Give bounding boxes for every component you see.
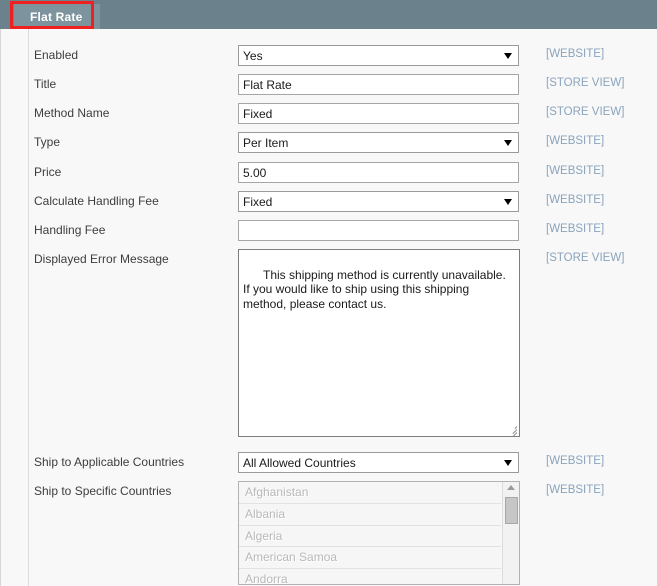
label-type: Type [34,135,61,149]
label-price: Price [34,165,62,179]
chevron-down-icon [504,52,512,59]
chevron-down-icon [504,198,512,205]
input-title[interactable]: Flat Rate [238,74,519,95]
scope-type: [WEBSITE] [546,135,605,147]
select-enabled-value: Yes [243,48,263,63]
listbox-scrollbar[interactable] [502,482,519,584]
input-price[interactable]: 5.00 [238,162,519,183]
list-item[interactable]: Andorra [239,569,501,584]
select-ship-to-applicable-countries-value: All Allowed Countries [243,455,356,470]
chevron-down-icon [504,459,512,466]
input-handling-fee[interactable] [238,220,519,241]
scrollbar-thumb[interactable] [505,497,518,524]
settings-panel: Enabled Yes [WEBSITE] Title Flat Rate [S… [0,29,657,586]
section-tab-label: Flat Rate [30,9,83,24]
scope-handling-fee: [WEBSITE] [546,223,605,235]
scope-method-name: [STORE VIEW] [546,106,625,118]
scope-enabled: [WEBSITE] [546,48,605,60]
label-ship-to-applicable-countries: Ship to Applicable Countries [34,455,185,469]
section-tab-flat-rate[interactable]: Flat Rate [14,4,101,29]
scope-price: [WEBSITE] [546,165,605,177]
select-calculate-handling-fee-value: Fixed [243,194,273,209]
scope-ship-to-applicable-countries: [WEBSITE] [546,455,605,467]
listbox-ship-to-specific-countries[interactable]: Afghanistan Albania Algeria American Sam… [238,481,520,585]
panel-left-rule [28,29,29,586]
label-ship-to-specific-countries: Ship to Specific Countries [34,484,172,498]
label-title: Title [34,77,57,91]
label-method-name: Method Name [34,106,110,120]
list-item[interactable]: Afghanistan [239,482,501,504]
list-item[interactable]: Albania [239,504,501,526]
list-item[interactable]: Algeria [239,526,501,548]
scope-displayed-error-message: [STORE VIEW] [546,252,625,264]
resize-handle-icon[interactable] [506,423,518,436]
list-item[interactable]: American Samoa [239,547,501,570]
listbox-options-container: Afghanistan Albania Algeria American Sam… [239,482,501,584]
label-displayed-error-message: Displayed Error Message [34,252,169,266]
select-calculate-handling-fee[interactable]: Fixed [238,191,519,212]
scope-ship-to-specific-countries: [WEBSITE] [546,484,605,496]
select-enabled[interactable]: Yes [238,45,519,66]
input-price-value: 5.00 [243,165,267,180]
input-method-name-value: Fixed [243,106,273,121]
textarea-displayed-error-message-value: This shipping method is currently unavai… [243,267,510,311]
scroll-up-arrow-icon[interactable] [507,485,515,490]
input-title-value: Flat Rate [243,77,292,92]
input-method-name[interactable]: Fixed [238,103,519,124]
select-type-value: Per Item [243,135,289,150]
textarea-displayed-error-message[interactable]: This shipping method is currently unavai… [238,249,520,437]
select-ship-to-applicable-countries[interactable]: All Allowed Countries [238,452,519,473]
select-type[interactable]: Per Item [238,132,519,153]
label-enabled: Enabled [34,48,79,62]
label-handling-fee: Handling Fee [34,223,106,237]
label-calculate-handling-fee: Calculate Handling Fee [34,194,159,208]
scope-title: [STORE VIEW] [546,77,625,89]
chevron-down-icon [504,139,512,146]
scope-calculate-handling-fee: [WEBSITE] [546,194,605,206]
